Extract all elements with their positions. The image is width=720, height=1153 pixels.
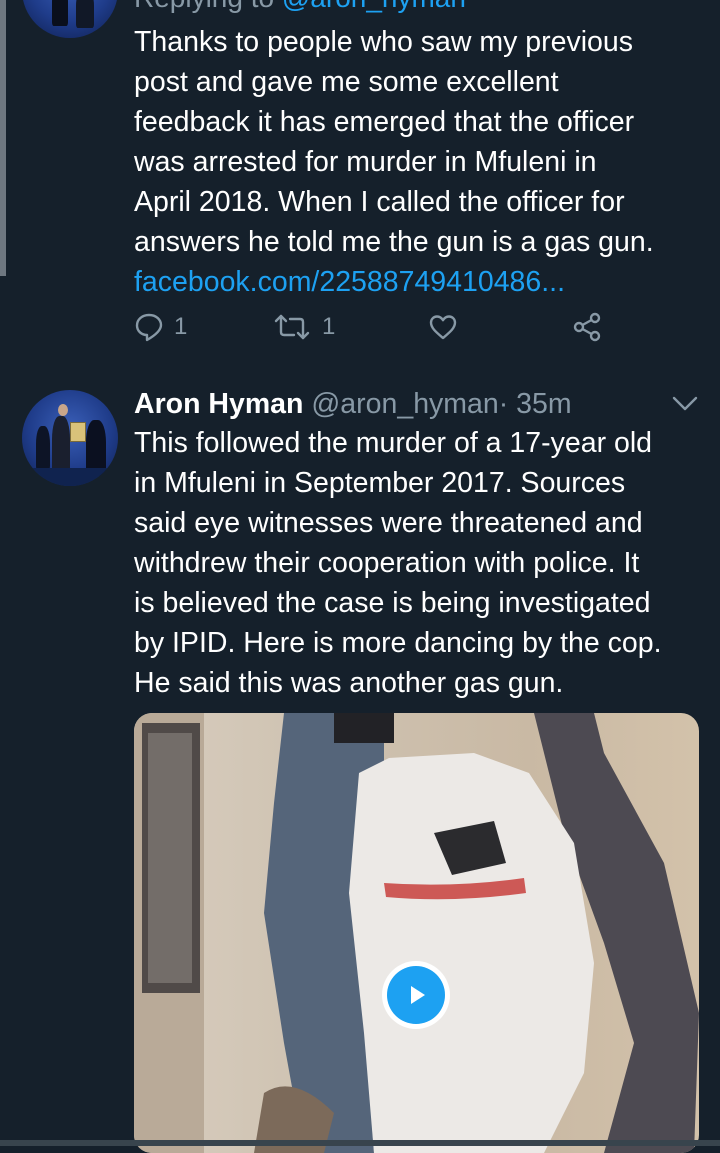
separator: · [498, 388, 509, 420]
tweet-line: in Mfuleni in September 2017. Sources [134, 467, 626, 499]
share-button[interactable] [572, 312, 602, 342]
tweet-line: April 2018. When I called the officer fo… [134, 186, 625, 218]
tweet-line: by IPID. Here is more dancing by the cop… [134, 627, 662, 659]
thread-line [0, 0, 6, 276]
retweet-button[interactable]: 1 [274, 312, 335, 342]
tweet-line: answers he told me the gun is a gas gun. [134, 226, 654, 258]
tweet-line: is believed the case is being investigat… [134, 587, 651, 619]
tweet-line: was arrested for murder in Mfuleni in [134, 146, 597, 178]
share-icon [573, 312, 601, 342]
replying-to-handle[interactable]: @aron_hyman [282, 0, 466, 13]
divider [0, 1140, 720, 1146]
avatar[interactable] [22, 0, 118, 38]
like-button[interactable] [428, 312, 458, 342]
retweet-count: 1 [322, 313, 336, 340]
replying-to: Replying to @aron_hyman [134, 0, 466, 14]
chevron-down-icon[interactable] [670, 394, 700, 414]
heart-icon [429, 315, 457, 340]
replying-to-label: Replying to [134, 0, 274, 13]
reply-count: 1 [174, 313, 188, 340]
tweet-line: He said this was another gas gun. [134, 667, 564, 699]
avatar-floor [22, 468, 118, 486]
tweet-text: Thanks to people who saw my previous pos… [134, 22, 694, 302]
avatar-face [58, 404, 68, 416]
play-icon [387, 966, 445, 1024]
video-thumbnail[interactable] [134, 713, 699, 1153]
avatar-award [70, 422, 86, 442]
tweet-actions: 1 1 [134, 312, 604, 356]
author-handle[interactable]: @aron_hyman [311, 388, 498, 420]
tweet-time[interactable]: 35m [516, 388, 571, 420]
play-button[interactable] [382, 961, 450, 1029]
tweet-header: Aron Hyman @aron_hyman· 35m [134, 384, 572, 424]
tweet-line: feedback it has emerged that the officer [134, 106, 635, 138]
tweet-line: said eye witnesses were threatened and [134, 507, 643, 539]
reply-icon [135, 313, 163, 342]
tweet-text: This followed the murder of a 17-year ol… [134, 423, 694, 703]
avatar[interactable] [22, 390, 118, 486]
video-frame [134, 713, 699, 1153]
tweet-line: withdrew their cooperation with police. … [134, 547, 640, 579]
tweet-line: Thanks to people who saw my previous [134, 26, 634, 58]
tweet-line: This followed the murder of a 17-year ol… [134, 427, 653, 459]
facebook-link[interactable]: facebook.com/22588749410486... [134, 262, 694, 302]
retweet-icon [274, 314, 310, 340]
tweet-line: post and gave me some excellent [134, 66, 559, 98]
reply-button[interactable]: 1 [134, 312, 187, 342]
author-name[interactable]: Aron Hyman [134, 388, 303, 420]
